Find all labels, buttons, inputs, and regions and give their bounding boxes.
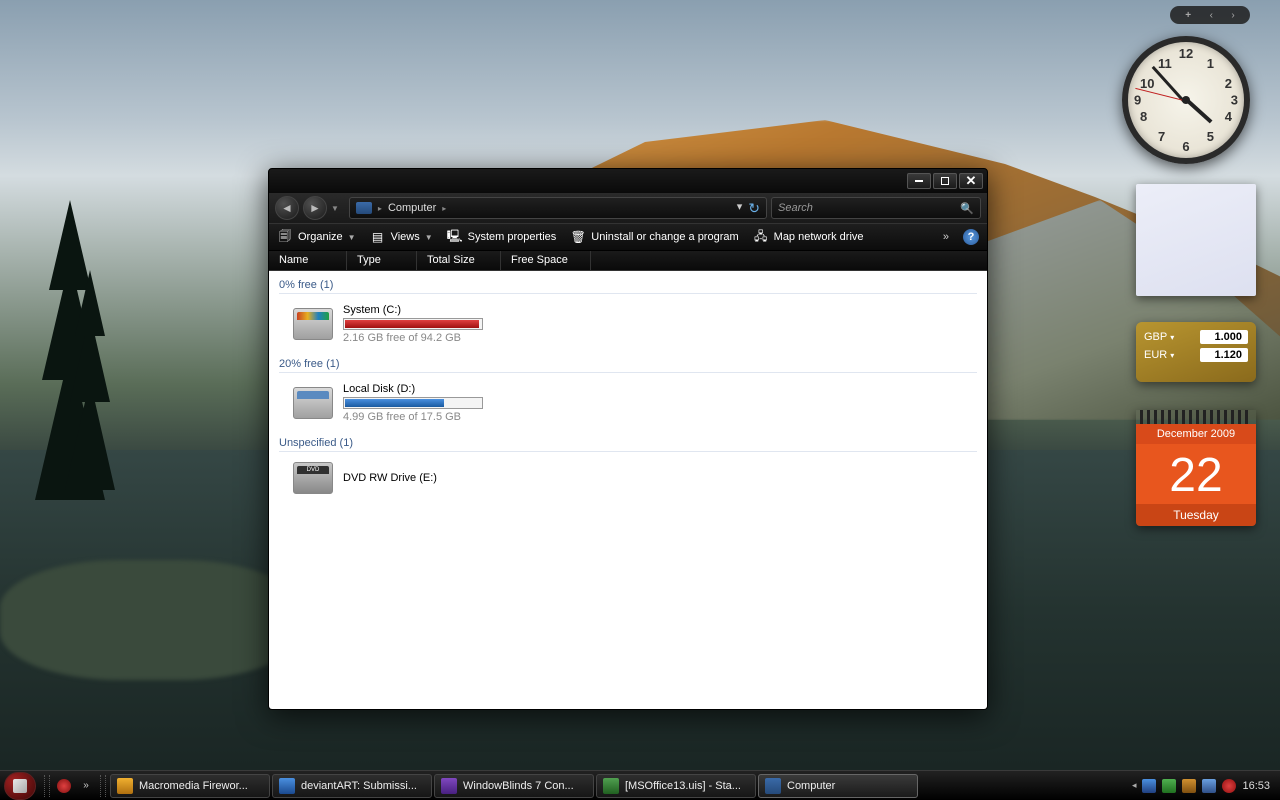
app-icon [441,778,457,794]
dropdown-icon[interactable]: ▾ [1170,351,1174,360]
app-icon [765,778,781,794]
clock-hour-hand [1186,99,1212,123]
forward-button[interactable]: ► [303,196,327,220]
drive-icon [293,308,333,340]
command-bar: 🗐 Organize ▼ ▤ Views ▼ 🖳 System properti… [269,223,987,251]
gadget-next-icon[interactable]: › [1231,10,1234,21]
breadcrumb-location[interactable]: Computer [388,202,436,214]
close-button[interactable]: ✕ [959,173,983,189]
system-properties-button[interactable]: 🖳 System properties [447,229,557,245]
drive-item[interactable]: System (C:) 2.16 GB free of 94.2 GB [279,300,977,354]
calendar-month: December 2009 [1136,424,1256,444]
quick-launch-overflow[interactable]: » [76,776,96,796]
taskbar-clock[interactable]: 16:53 [1242,780,1270,792]
gadget-prev-icon[interactable]: ‹ [1210,10,1213,21]
drive-name: Local Disk (D:) [343,383,483,395]
back-button[interactable]: ◄ [275,196,299,220]
tray-icon[interactable] [1162,779,1176,793]
taskbar-button[interactable]: WindowBlinds 7 Con... [434,774,594,798]
organize-menu[interactable]: 🗐 Organize ▼ [277,229,356,245]
drive-icon [293,462,333,494]
currency-label-2: EUR [1144,349,1167,361]
network-drive-icon: 🖧 [753,229,769,245]
header-name[interactable]: Name [269,251,347,270]
taskbar: » Macromedia Firewor... deviantART: Submi… [0,770,1280,800]
drive-group-header[interactable]: 0% free (1) [279,275,977,294]
drive-usage-bar [343,397,483,409]
computer-icon [356,202,372,214]
toolbar-overflow[interactable]: » [943,231,949,243]
currency-value-2[interactable]: 1.120 [1200,348,1248,362]
taskbar-button-label: deviantART: Submissi... [301,780,417,792]
window-titlebar[interactable]: ✕ [269,169,987,193]
start-button[interactable] [4,772,36,800]
sticky-note-gadget[interactable] [1136,184,1256,296]
tray-icon[interactable] [1182,779,1196,793]
gadget-control-bar[interactable]: + ‹ › [1170,6,1250,24]
app-icon [279,778,295,794]
calendar-gadget[interactable]: December 2009 22 Tuesday [1136,410,1256,526]
organize-icon: 🗐 [277,229,293,245]
column-headers: Name Type Total Size Free Space [269,251,987,271]
taskbar-button-label: [MSOffice13.uis] - Sta... [625,780,741,792]
properties-icon: 🖳 [447,229,463,245]
nav-history-dropdown[interactable]: ▼ [331,204,339,213]
minimize-button[interactable] [907,173,931,189]
tray-icon[interactable] [1142,779,1156,793]
clock-gadget[interactable]: 12 1 2 3 4 5 6 7 8 9 10 11 [1122,36,1250,164]
drive-icon [293,387,333,419]
taskbar-button-label: Computer [787,780,835,792]
tray-volume-icon[interactable] [1222,779,1236,793]
tray-network-icon[interactable] [1202,779,1216,793]
quick-launch-item[interactable] [54,776,74,796]
help-icon[interactable]: ? [963,229,979,245]
uninstall-icon: 🗑 [570,229,586,245]
drive-list: 0% free (1) System (C:) 2.16 GB free of 94… [269,271,987,709]
currency-value-1[interactable]: 1.000 [1200,330,1248,344]
taskbar-button[interactable]: Computer [758,774,918,798]
drive-group-header[interactable]: Unspecified (1) [279,433,977,452]
drive-item[interactable]: DVD RW Drive (E:) [279,458,977,504]
uninstall-button[interactable]: 🗑 Uninstall or change a program [570,229,738,245]
header-total-size[interactable]: Total Size [417,251,501,270]
explorer-window: ✕ ◄ ► ▼ ▸ Computer ▸ ▾ ↻ Search 🔍 🗐 Orga… [268,168,988,710]
taskbar-button-label: Macromedia Firewor... [139,780,248,792]
wallpaper-rock [0,560,300,680]
nav-bar: ◄ ► ▼ ▸ Computer ▸ ▾ ↻ Search 🔍 [269,193,987,223]
map-drive-button[interactable]: 🖧 Map network drive [753,229,864,245]
drive-group-header[interactable]: 20% free (1) [279,354,977,373]
taskbar-button[interactable]: Macromedia Firewor... [110,774,270,798]
header-free-space[interactable]: Free Space [501,251,591,270]
drive-item[interactable]: Local Disk (D:) 4.99 GB free of 17.5 GB [279,379,977,433]
refresh-icon[interactable]: ↻ [748,200,760,217]
currency-gadget[interactable]: GBP▾ 1.000 EUR▾ 1.120 [1136,322,1256,382]
drive-stats: 2.16 GB free of 94.2 GB [343,332,483,344]
taskbar-button[interactable]: [MSOffice13.uis] - Sta... [596,774,756,798]
search-icon[interactable]: 🔍 [960,202,974,215]
tray-expand-icon[interactable]: ◂ [1132,780,1137,791]
system-tray: ◂ 16:53 [1132,779,1276,793]
calendar-binding [1140,410,1252,424]
clock-minute-hand [1152,66,1186,104]
currency-label-1: GBP [1144,331,1167,343]
taskbar-button[interactable]: deviantART: Submissi... [272,774,432,798]
drive-name: System (C:) [343,304,483,316]
header-type[interactable]: Type [347,251,417,270]
views-menu[interactable]: ▤ Views ▼ [370,229,433,245]
drive-usage-bar [343,318,483,330]
drive-name: DVD RW Drive (E:) [343,472,437,484]
calendar-day: 22 [1136,452,1256,500]
add-gadget-icon[interactable]: + [1185,10,1191,21]
calendar-dow: Tuesday [1136,504,1256,526]
address-dropdown-icon[interactable]: ▾ [737,200,743,217]
views-icon: ▤ [370,229,386,245]
taskbar-button-label: WindowBlinds 7 Con... [463,780,574,792]
dropdown-icon[interactable]: ▾ [1170,333,1174,342]
maximize-button[interactable] [933,173,957,189]
address-bar[interactable]: ▸ Computer ▸ ▾ ↻ [349,197,767,219]
app-icon [603,778,619,794]
app-icon [117,778,133,794]
drive-stats: 4.99 GB free of 17.5 GB [343,411,483,423]
search-input[interactable]: Search 🔍 [771,197,981,219]
